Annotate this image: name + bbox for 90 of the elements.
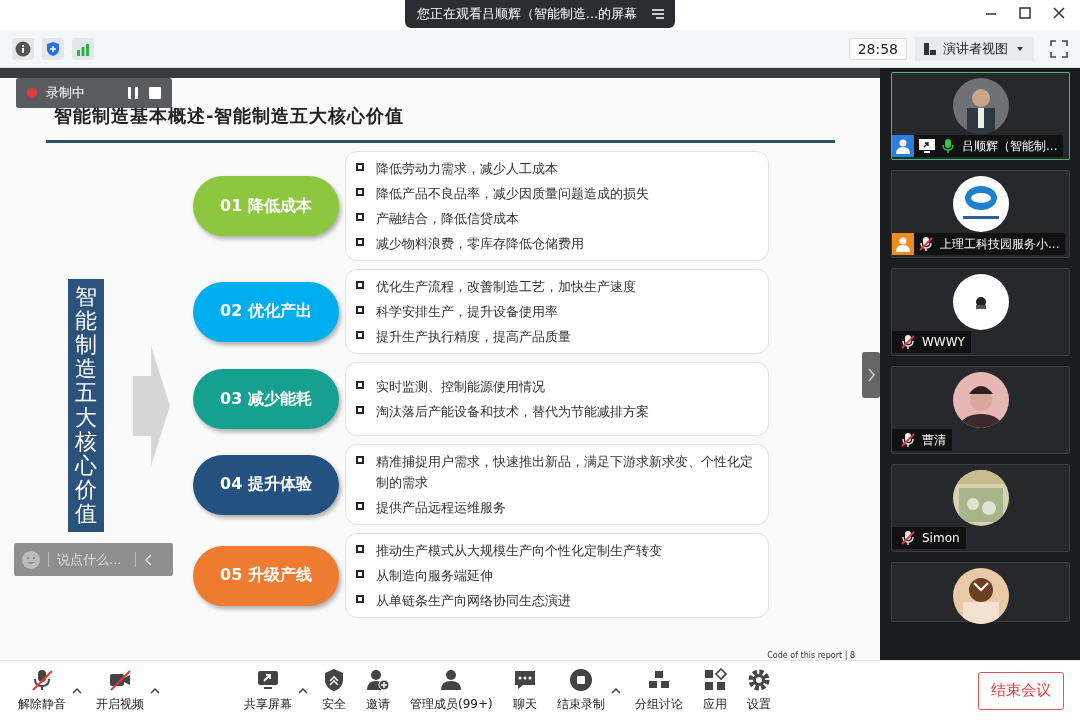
caret-up-icon[interactable] [150,686,160,695]
bullet-icon [356,456,364,464]
person-icon [439,668,464,692]
chat-icon [512,668,537,692]
bullet-icon [356,281,364,289]
bullet-icon [356,406,364,414]
add-person-icon [366,668,390,692]
stop-icon[interactable] [148,86,162,100]
bullet-text: 从单链条生产向网络协同生态演进 [376,592,572,610]
view-button[interactable]: 演讲者视图 [915,36,1034,61]
toolbar-button[interactable]: 聊天 [506,668,543,713]
bullet-icon [356,238,364,246]
participant-tile[interactable]: WWWY [891,268,1070,356]
fullscreen-icon[interactable] [1050,39,1068,58]
bullet-icon [356,331,364,339]
toolbar-button[interactable]: 设置 [740,668,777,713]
bullet-text: 产融结合，降低信贷成本 [376,210,520,228]
toolbar-button[interactable]: 管理成员(99+) [404,668,499,713]
bullet-icon [356,545,364,553]
toolbar-button[interactable]: 共享屏幕 [238,668,298,713]
toolbar-button[interactable]: 邀请 [360,668,396,713]
toolbar-button[interactable]: 应用 [696,668,733,713]
participant-tile[interactable]: 吕顺辉（智能制... [891,72,1070,160]
bullet-text: 提供产品远程运维服务 [376,499,507,517]
caret-up-icon[interactable] [298,686,308,695]
apps-icon [702,668,727,692]
value-pill: 03 减少能耗 [193,369,339,429]
toolbar-button[interactable]: 结束录制 [550,668,611,713]
participant-name: 曹清 [921,431,946,449]
bullet-icon [356,502,364,510]
info-icon[interactable] [15,40,31,57]
settings-icon [746,668,771,692]
participant-name: Simon [921,531,960,545]
participant-tile[interactable]: 曹清 [891,366,1070,454]
bullet-icon [356,570,364,578]
record-icon [26,87,38,99]
crossed-microphone-icon [30,668,54,692]
value-pill: 02 优化产出 [193,281,339,342]
toolbar-button[interactable]: 分组讨论 [628,668,689,713]
value-pill: 04 提升体验 [193,454,339,515]
window-title: 您正在观看吕顺辉（智能制造...的屏幕 [416,5,638,23]
caret-up-icon[interactable] [610,686,621,695]
crossed-camera-icon [108,668,132,692]
side-label: 智能制造五大核心价值 [68,278,104,533]
participant-tile[interactable]: Simon [891,464,1070,552]
bullet-text: 降低产品不良品率，减少因质量问题造成的损失 [376,185,650,203]
bullet-icon [356,188,364,196]
maximize-icon[interactable] [1018,6,1032,20]
value-pill: 01 降低成本 [193,176,339,236]
menu-icon[interactable] [651,8,666,20]
layout-icon [923,41,937,56]
close-icon[interactable] [1052,6,1066,20]
toolbar-button[interactable]: 开启视频 [90,668,150,713]
share-screen-icon [256,668,280,692]
bullet-icon [356,213,364,221]
participant-tile[interactable]: 上理工科技园服务小... [891,170,1070,258]
pause-icon[interactable] [126,86,140,100]
bullet-icon [356,381,364,389]
participant-name: 吕顺辉（智能制... [961,137,1058,155]
collapse-handle[interactable] [862,352,880,398]
bullet-text: 科学安排生产，提升设备使用率 [376,303,559,321]
end-meeting-button[interactable]: 结束会议 [978,671,1064,710]
stop-icon [568,668,593,692]
bullet-text: 推动生产模式从大规模生产向个性化定制生产转变 [376,542,663,560]
bullet-text: 减少物料浪费，零库存降低仓储费用 [376,235,585,253]
bullet-text: 优化生产流程，改善制造工艺，加快生产速度 [376,278,637,296]
toolbar-button[interactable]: 安全 [316,668,352,713]
shield-icon [322,668,346,692]
shield-icon[interactable] [45,40,61,57]
chevron-down-icon[interactable] [971,581,990,593]
recording-label: 录制中 [46,84,85,102]
bullet-text: 实时监测、控制能源使用情况 [376,378,546,396]
bullet-text: 提升生产执行精度，提高产品质量 [376,328,572,346]
chat-input[interactable]: 说点什么... [48,552,136,567]
bullet-text: 淘汰落后产能设备和技术，替代为节能减排方案 [376,403,650,421]
bullet-icon [356,163,364,171]
toolbar-button[interactable]: 解除静音 [12,668,72,713]
value-pill: 05 升级产线 [193,545,339,606]
footer-note: Code of this report | 8 [767,651,855,660]
bullet-text: 精准捕捉用户需求，快速推出新品，满足下游求新求变、个性化定制的需求 [376,453,754,492]
meeting-timer: 28:58 [848,37,907,60]
participant-name: 上理工科技园服务小... [939,235,1060,253]
bullet-icon [356,595,364,603]
bullet-text: 降低劳动力需求，减少人工成本 [376,160,559,178]
participant-name: WWWY [921,335,965,349]
bullet-text: 从制造向服务端延伸 [376,567,494,585]
slide-title: 智能制造基本概述-智能制造五大核心价值 [54,104,406,128]
bullet-icon [356,306,364,314]
chat-field[interactable]: 说点什么... [14,543,173,576]
caret-up-icon[interactable] [72,686,82,695]
